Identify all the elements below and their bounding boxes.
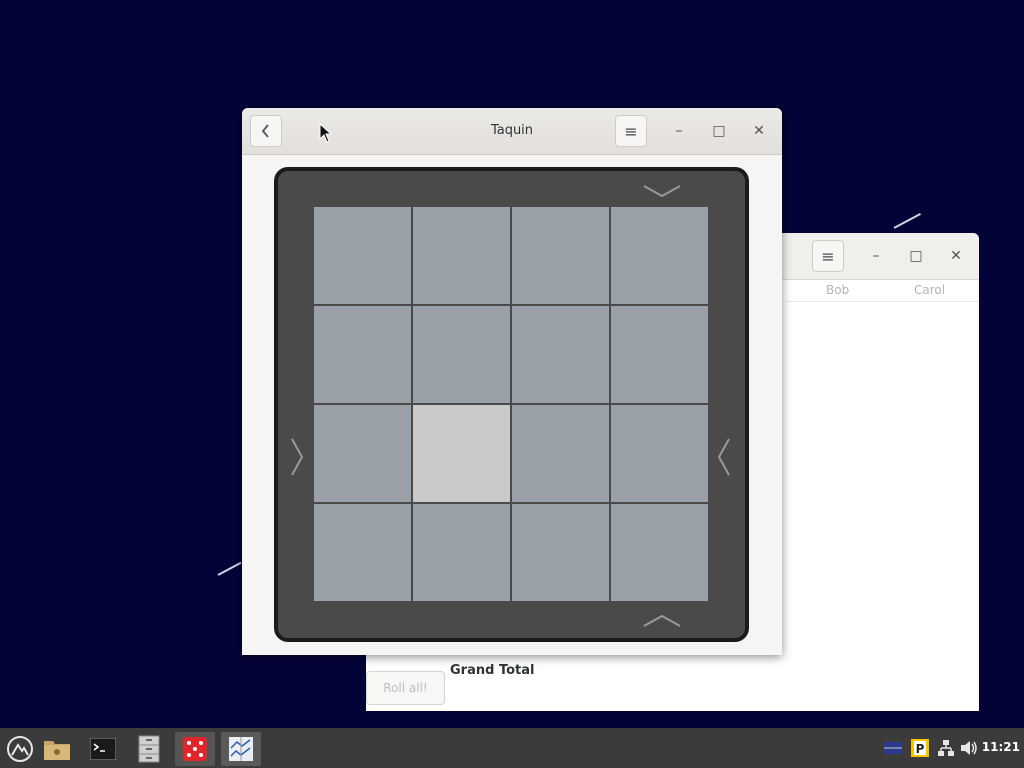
taquin-window[interactable]: Taquin ≡ – □ ✕	[242, 108, 782, 655]
puzzle-tile[interactable]	[413, 207, 510, 304]
puzzle-board[interactable]	[274, 167, 749, 642]
desktop-decoration	[217, 561, 242, 576]
puzzle-tile[interactable]	[512, 306, 609, 403]
hamburger-menu-icon[interactable]: ≡	[615, 115, 647, 147]
mouse-cursor-icon	[319, 123, 333, 143]
puzzle-tile[interactable]	[611, 306, 708, 403]
network-icon[interactable]	[937, 739, 955, 757]
puzzle-tile[interactable]	[314, 405, 411, 502]
app-menu-icon[interactable]	[0, 732, 40, 766]
puzzle-tile[interactable]	[314, 504, 411, 601]
puzzle-tile[interactable]	[611, 504, 708, 601]
arrow-up-icon[interactable]	[642, 613, 682, 629]
header-divider	[786, 301, 979, 302]
maximize-icon[interactable]: □	[707, 119, 731, 143]
minimize-icon[interactable]: –	[667, 119, 691, 143]
grand-total-label: Grand Total	[450, 663, 535, 678]
puzzle-tile[interactable]	[314, 207, 411, 304]
terminal-icon[interactable]	[83, 732, 123, 766]
parking-indicator-icon[interactable]: P	[911, 739, 929, 757]
close-icon[interactable]: ✕	[747, 119, 771, 143]
puzzle-tile[interactable]	[413, 504, 510, 601]
file-cabinet-icon[interactable]	[129, 732, 169, 766]
close-icon[interactable]: ✕	[944, 244, 968, 268]
volume-icon[interactable]	[960, 739, 978, 757]
clock: 11:21	[981, 740, 1020, 754]
puzzle-tile[interactable]	[512, 504, 609, 601]
puzzle-tile[interactable]	[512, 405, 609, 502]
puzzle-tile[interactable]	[611, 405, 708, 502]
maximize-icon[interactable]: □	[904, 244, 928, 268]
keyboard-layout-icon[interactable]	[884, 739, 902, 757]
arrow-left-icon[interactable]	[716, 437, 732, 477]
puzzle-tile[interactable]	[413, 306, 510, 403]
puzzle-tile[interactable]	[512, 207, 609, 304]
column-header-carol: Carol	[914, 283, 946, 297]
arrow-right-icon[interactable]	[289, 437, 305, 477]
svg-text:P: P	[916, 742, 925, 756]
taskbar: P 11:21	[0, 728, 1024, 768]
puzzle-tile[interactable]	[314, 306, 411, 403]
taquin-icon[interactable]	[221, 732, 261, 766]
puzzle-tile[interactable]	[611, 207, 708, 304]
dice-game-icon[interactable]	[175, 732, 215, 766]
empty-cell	[413, 405, 510, 502]
file-manager-icon[interactable]	[37, 732, 77, 766]
roll-all-button[interactable]: Roll all!	[366, 671, 445, 705]
arrow-down-icon[interactable]	[642, 183, 682, 199]
column-header-bob: Bob	[826, 283, 850, 297]
desktop-decoration	[893, 213, 921, 229]
hamburger-menu-icon[interactable]: ≡	[812, 240, 844, 272]
minimize-icon[interactable]: –	[864, 244, 888, 268]
